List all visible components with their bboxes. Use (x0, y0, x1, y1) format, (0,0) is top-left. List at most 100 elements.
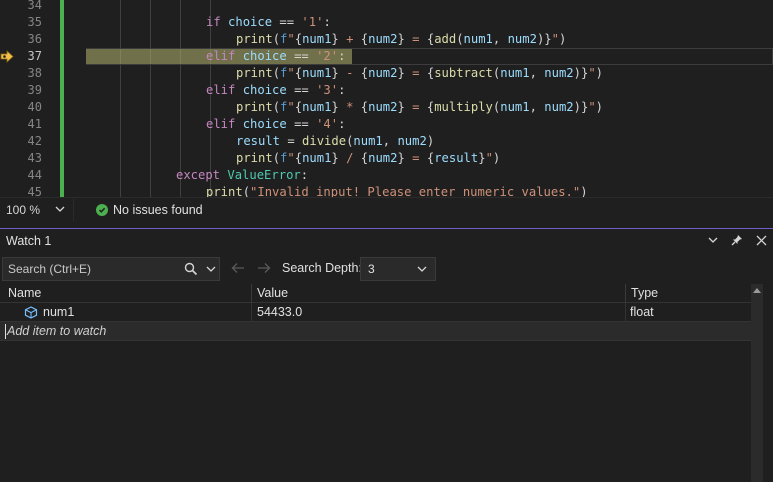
chevron-down-icon (708, 237, 718, 243)
code-line[interactable]: 34 (0, 0, 773, 14)
code-line[interactable]: 40 print(f"{num1} * {num2} = {multiply(nu… (0, 99, 773, 116)
code-token: num2 (368, 100, 398, 114)
zoom-dropdown[interactable]: 100 % (0, 198, 74, 221)
code-line[interactable]: 36 print(f"{num1} + {num2} = {add(num1, n… (0, 31, 773, 48)
line-number: 34 (27, 0, 42, 12)
back-arrow-icon[interactable] (231, 262, 245, 274)
window-options-button[interactable] (707, 233, 719, 247)
code-line[interactable]: 43 print(f"{num1} / {num2} = {result}") (0, 150, 773, 167)
watch-name-cell[interactable]: num1 (43, 305, 74, 319)
code-token: )} (573, 100, 589, 114)
watch-type-cell: float (630, 305, 654, 319)
code-token: } (397, 100, 405, 114)
search-depth-dropdown[interactable]: 3 (360, 257, 436, 281)
code-token: choice (228, 15, 273, 29)
code-token: ) (580, 185, 588, 197)
code-token: num2 (507, 32, 537, 46)
code-token: / (338, 151, 361, 165)
code-line[interactable]: 41 elif choice == '4': (0, 116, 773, 133)
code-line[interactable]: 44 except ValueError: (0, 167, 773, 184)
code-token: { (294, 32, 303, 46)
search-icon[interactable] (184, 262, 198, 276)
code-token: num1 (302, 151, 332, 165)
close-icon (756, 235, 766, 245)
column-divider[interactable] (251, 284, 252, 303)
code-token: , (382, 134, 398, 148)
code-token: num2 (368, 32, 398, 46)
code-token: num1 (302, 66, 332, 80)
code-token: == (286, 83, 317, 97)
code-token: ( (272, 32, 281, 46)
watch-row[interactable]: num1 54433.0 float (0, 303, 752, 322)
code-token: = (404, 100, 427, 114)
code-text: elif choice == '2': (206, 48, 345, 65)
code-token: ) (492, 151, 501, 165)
check-circle-icon (96, 203, 108, 216)
code-token: " (588, 66, 596, 80)
search-input[interactable] (3, 258, 173, 280)
code-token: } (331, 32, 339, 46)
column-header-value[interactable]: Value (257, 286, 288, 300)
code-text: print(f"{num1} + {num2} = {add(num1, num… (236, 31, 566, 48)
line-number: 36 (27, 32, 42, 46)
code-token: " (287, 100, 295, 114)
code-token: { (294, 100, 303, 114)
code-token: ) (595, 66, 604, 80)
column-header-name[interactable]: Name (8, 286, 41, 300)
line-number: 43 (27, 151, 42, 165)
code-line[interactable]: 45 print("Invalid input! Please enter num… (0, 184, 773, 197)
code-line[interactable]: 35 if choice == '1': (0, 14, 773, 31)
code-token: == (286, 117, 317, 131)
code-token: = (280, 134, 303, 148)
column-divider[interactable] (625, 284, 626, 303)
add-item-placeholder[interactable]: Add item to watch (7, 324, 106, 338)
window-controls (707, 233, 767, 247)
line-number: 39 (27, 83, 42, 97)
code-token: == (272, 15, 302, 29)
zoom-value: 100 % (6, 202, 41, 217)
code-token: divide (302, 134, 347, 148)
code-line[interactable]: 39 elif choice == '3': (0, 82, 773, 99)
pin-button[interactable] (731, 233, 743, 247)
close-button[interactable] (755, 233, 767, 247)
code-token: num1 (302, 100, 332, 114)
grid-header: Name Value Type (0, 284, 752, 303)
line-number: 38 (27, 66, 42, 80)
vertical-scrollbar[interactable] (751, 284, 763, 482)
code-token: '1' (301, 15, 324, 29)
forward-arrow-icon[interactable] (257, 262, 271, 274)
add-watch-row[interactable]: Add item to watch (0, 322, 752, 341)
code-token: subtract (434, 66, 493, 80)
code-token: } (478, 151, 486, 165)
watch-value-cell[interactable]: 54433.0 (257, 305, 302, 319)
code-token: '4' (316, 117, 339, 131)
code-line[interactable]: 42 result = divide(num1, num2) (0, 133, 773, 150)
code-line[interactable]: 38 print(f"{num1} - {num2} = {subtract(nu… (0, 65, 773, 82)
code-token: } (331, 66, 339, 80)
code-token: * (338, 100, 361, 114)
column-header-type[interactable]: Type (631, 286, 658, 300)
scroll-up-icon[interactable] (753, 288, 761, 293)
chevron-down-icon[interactable] (206, 264, 216, 274)
code-token: num2 (544, 100, 574, 114)
code-editor[interactable]: 34 35 if choice == '1': 36 print(f"{num1} + … (0, 0, 773, 197)
code-token: : (323, 15, 331, 29)
code-token: ) (426, 134, 435, 148)
code-token: ( (272, 100, 281, 114)
code-text: print(f"{num1} * {num2} = {multiply(num1… (236, 99, 603, 116)
issues-indicator[interactable]: No issues found (96, 203, 203, 217)
code-token: ( (272, 151, 281, 165)
code-line[interactable]: 37 elif choice == '2': (0, 48, 773, 65)
code-token: ValueError (227, 168, 301, 182)
line-number: 45 (27, 185, 42, 197)
code-token: result (236, 134, 281, 148)
text-caret (5, 324, 6, 339)
issues-text: No issues found (113, 202, 203, 217)
execution-pointer-icon[interactable] (0, 50, 14, 63)
search-box (2, 257, 220, 281)
code-token: " (588, 100, 596, 114)
code-text: print(f"{num1} - {num2} = {subtract(num1… (236, 65, 603, 82)
